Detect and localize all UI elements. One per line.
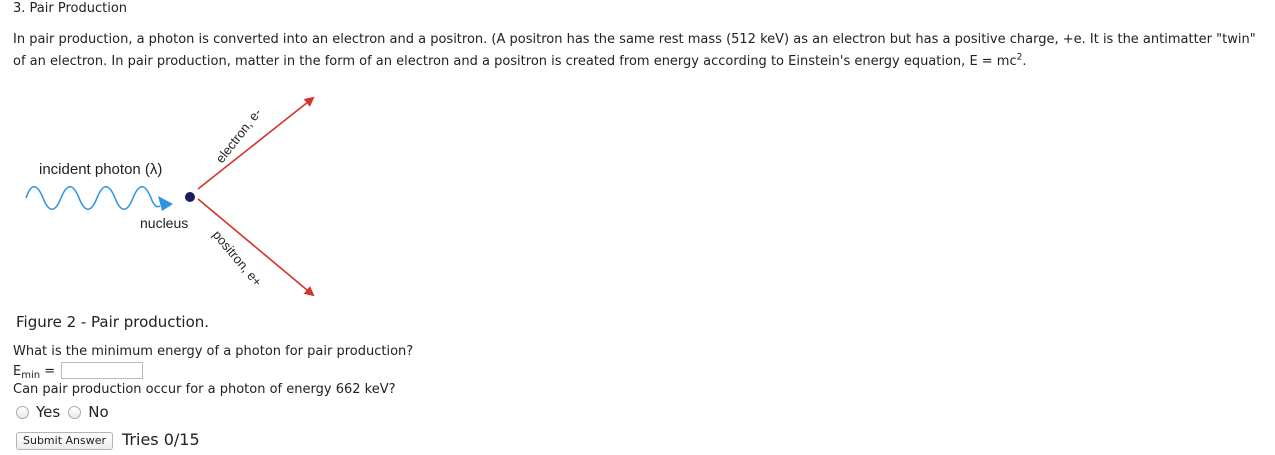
photon-label: incident photon (λ) — [39, 161, 162, 178]
positron-label: positron, e+ — [210, 227, 265, 289]
photon-wave — [25, 185, 161, 211]
photon-arrowhead-icon — [158, 196, 173, 211]
intro-end: . — [1022, 54, 1027, 69]
radio-no-label[interactable]: No — [88, 403, 108, 421]
figure-caption: Figure 2 - Pair production. — [16, 313, 210, 331]
pair-production-figure: incident photon (λ) nucleus electron, e-… — [25, 96, 315, 297]
submit-answer-button[interactable]: Submit Answer — [16, 432, 114, 450]
emin-answer-input[interactable] — [61, 362, 143, 379]
part2-prompt: Can pair production occur for a photon o… — [13, 382, 396, 397]
part1-prompt: What is the minimum energy of a photon f… — [13, 344, 414, 359]
intro-text: In pair production, a photon is converte… — [13, 32, 1256, 69]
radio-yes-label[interactable]: Yes — [36, 403, 60, 421]
emin-label-equals: = — [40, 364, 56, 379]
radio-yes[interactable] — [16, 405, 29, 419]
emin-label: Emin = — [13, 364, 55, 381]
radio-no[interactable] — [68, 405, 82, 419]
question-intro: In pair production, a photon is converte… — [13, 29, 1263, 73]
emin-label-main: E — [13, 364, 22, 379]
answer-radio-group: Yes No — [16, 403, 117, 421]
nucleus-label: nucleus — [140, 215, 188, 231]
question-title: 3. Pair Production — [13, 1, 128, 16]
tries-counter: Tries 0/15 — [122, 430, 200, 449]
emin-label-sub: min — [21, 370, 41, 381]
nucleus-dot — [185, 192, 195, 202]
